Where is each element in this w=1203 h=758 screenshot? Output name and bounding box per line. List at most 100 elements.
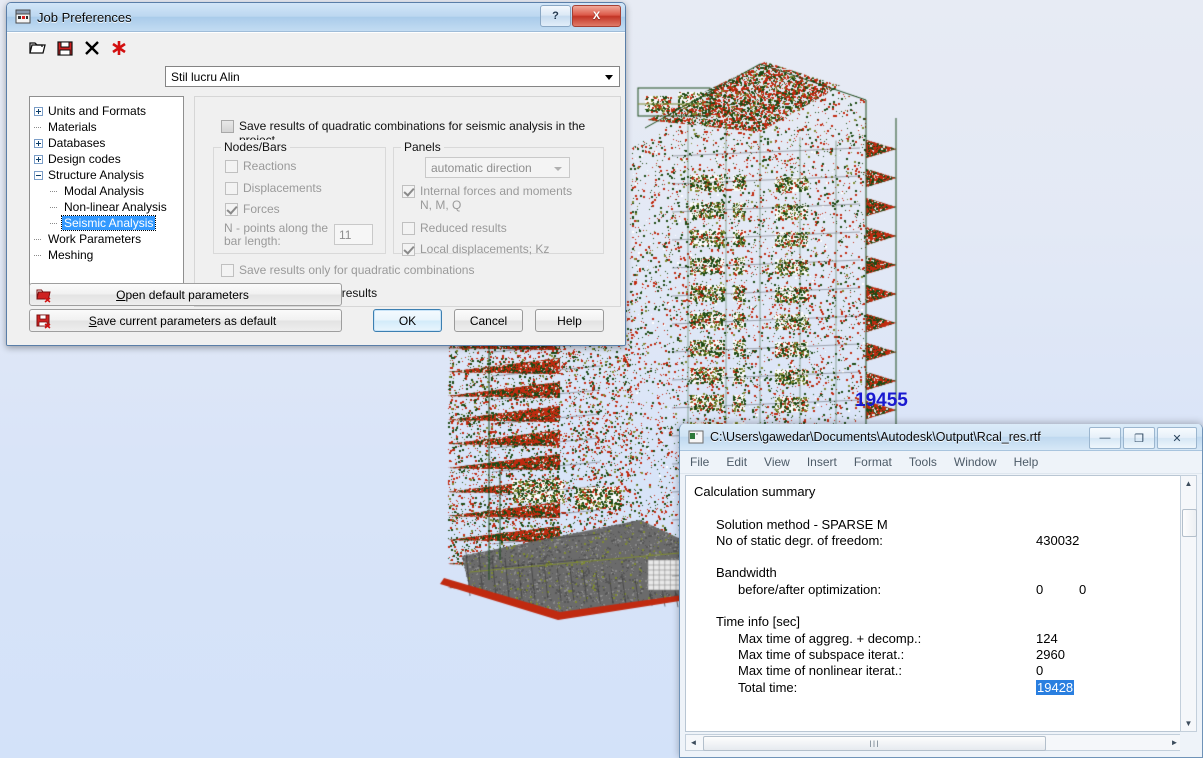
tree-item-label: Design codes: [48, 152, 121, 166]
reactions-checkbox[interactable]: Reactions: [225, 159, 296, 173]
menu-file[interactable]: File: [690, 455, 709, 469]
menu-help[interactable]: Help: [1014, 455, 1039, 469]
menu-insert[interactable]: Insert: [807, 455, 837, 469]
checkbox-label: Internal forces and moments: [420, 184, 573, 198]
local-displacements-checkbox[interactable]: Local displacements; Kz: [402, 242, 549, 256]
job-preferences-titlebar[interactable]: Job Preferences ? X: [7, 3, 625, 32]
open-folder-icon[interactable]: [29, 39, 47, 57]
checkbox-label: Local displacements; Kz: [420, 242, 550, 256]
rtf-line-text: Total time:: [738, 679, 798, 695]
rtf-document-text: Calculation summary Solution method - SP…: [694, 484, 1086, 696]
vertical-scroll-thumb[interactable]: [1182, 509, 1197, 537]
tree-connector-icon: [34, 251, 43, 260]
tree-item-meshing[interactable]: Meshing: [34, 247, 179, 263]
menu-edit[interactable]: Edit: [726, 455, 747, 469]
style-combo[interactable]: Stil lucru Alin: [165, 66, 620, 87]
nodes-bars-legend: Nodes/Bars: [221, 140, 290, 154]
tree-connector-icon: [34, 123, 43, 132]
job-preferences-body: Stil lucru Alin Units and Formats Materi…: [7, 32, 625, 345]
panel-direction-dropdown[interactable]: automatic direction: [425, 157, 570, 178]
save-default-parameters-button[interactable]: Save current parameters as default: [29, 309, 342, 332]
minimize-button[interactable]: —: [1089, 427, 1121, 449]
save-only-quadratic-checkbox[interactable]: Save results only for quadratic combinat…: [221, 263, 474, 277]
expander-minus-icon[interactable]: [34, 170, 43, 180]
save-floppy-icon[interactable]: [56, 39, 74, 57]
expander-plus-icon[interactable]: [34, 154, 43, 164]
tree-item-non-linear-analysis[interactable]: Non-linear Analysis: [34, 199, 179, 215]
preferences-tree[interactable]: Units and Formats Materials Databases De…: [29, 96, 184, 304]
tree-connector-icon: [50, 219, 59, 228]
red-asterisk-icon[interactable]: [110, 39, 128, 57]
rtf-line-value: 430032: [1036, 532, 1080, 548]
job-preferences-dialog[interactable]: Job Preferences ? X Stil lucru Alin Unit…: [6, 2, 626, 346]
rtf-line-text: Time info [sec]: [716, 614, 801, 630]
open-default-parameters-button[interactable]: Open default parameters: [29, 283, 342, 306]
scroll-up-arrow-icon[interactable]: ▲: [1181, 476, 1196, 491]
chevron-down-icon[interactable]: [605, 75, 613, 80]
checkbox-label: Reduced results: [420, 221, 507, 235]
displacements-checkbox[interactable]: Displacements: [225, 181, 322, 195]
tree-item-materials[interactable]: Materials: [34, 119, 179, 135]
internal-forces-moments-checkbox[interactable]: Internal forces and moments N, M, Q: [402, 184, 572, 212]
forces-checkbox[interactable]: Forces: [225, 202, 280, 216]
tree-item-modal-analysis[interactable]: Modal Analysis: [34, 183, 179, 199]
horizontal-scrollbar[interactable]: ◄ III ►: [685, 734, 1183, 751]
checkbox-box[interactable]: [402, 243, 415, 256]
chevron-down-icon[interactable]: [554, 167, 562, 171]
open-folder-red-icon: [36, 289, 51, 303]
checkbox-box[interactable]: [225, 182, 238, 195]
rtf-line-text: [694, 598, 698, 613]
checkbox-box[interactable]: [225, 160, 238, 173]
tree-item-databases[interactable]: Databases: [34, 135, 179, 151]
tree-item-label: Databases: [48, 136, 106, 150]
rtf-titlebar[interactable]: C:\Users\gawedar\Documents\Autodesk\Outp…: [680, 424, 1202, 451]
rtf-document-area[interactable]: Calculation summary Solution method - SP…: [685, 475, 1184, 732]
rtf-line: [694, 549, 921, 565]
delete-x-icon[interactable]: [83, 39, 101, 57]
job-preferences-title: Job Preferences: [37, 9, 132, 25]
save-default-parameters-label: Save current parameters as default: [88, 313, 277, 328]
save-floppy-red-icon: [36, 314, 51, 329]
rtf-line-text: Solution method - SPARSE M: [716, 516, 888, 532]
scroll-left-arrow-icon[interactable]: ◄: [686, 735, 701, 750]
rtf-output-window[interactable]: C:\Users\gawedar\Documents\Autodesk\Outp…: [679, 424, 1203, 758]
menu-window[interactable]: Window: [954, 455, 997, 469]
expander-plus-icon[interactable]: [34, 106, 43, 116]
tree-item-structure-analysis[interactable]: Structure Analysis: [34, 167, 179, 183]
rtf-spacer: [694, 500, 921, 516]
n-points-label: N - points along the bar length:: [224, 221, 329, 248]
checkbox-box[interactable]: [402, 222, 415, 235]
menu-view[interactable]: View: [764, 455, 790, 469]
tree-item-label: Meshing: [48, 248, 94, 262]
tree-item-label: Non-linear Analysis: [64, 200, 167, 214]
reduced-results-checkbox[interactable]: Reduced results: [402, 221, 507, 235]
ok-button[interactable]: OK: [373, 309, 442, 332]
help-button[interactable]: Help: [535, 309, 604, 332]
restore-button[interactable]: ❐: [1123, 427, 1155, 449]
horizontal-scroll-thumb[interactable]: III: [703, 736, 1046, 751]
close-button[interactable]: X: [572, 5, 621, 27]
checkbox-sublabel: N, M, Q: [420, 198, 462, 212]
checkbox-box[interactable]: [221, 264, 234, 277]
scrollbar-corner: [1180, 734, 1197, 751]
tree-item-design-codes[interactable]: Design codes: [34, 151, 179, 167]
vertical-scrollbar[interactable]: ▲ ▼: [1180, 475, 1197, 732]
panel-direction-value: automatic direction: [431, 160, 532, 175]
cancel-button[interactable]: Cancel: [454, 309, 523, 332]
close-button[interactable]: ✕: [1157, 427, 1197, 449]
tree-item-units-and-formats[interactable]: Units and Formats: [34, 103, 179, 119]
menu-tools[interactable]: Tools: [909, 455, 937, 469]
n-points-input[interactable]: 11: [334, 224, 373, 245]
checkbox-box[interactable]: [225, 203, 238, 216]
expander-plus-icon[interactable]: [34, 138, 43, 148]
model-node-label: 19455: [855, 390, 908, 411]
checkbox-box[interactable]: [402, 185, 415, 198]
rtf-menubar: File Edit View Insert Format Tools Windo…: [680, 451, 1202, 474]
help-titlebar-button[interactable]: ?: [540, 5, 571, 27]
tree-item-work-parameters[interactable]: Work Parameters: [34, 231, 179, 247]
menu-format[interactable]: Format: [854, 455, 892, 469]
panels-legend: Panels: [401, 140, 444, 154]
checkbox-box[interactable]: [221, 120, 234, 133]
scroll-down-arrow-icon[interactable]: ▼: [1181, 716, 1196, 731]
tree-item-seismic-analysis[interactable]: Seismic Analysis: [34, 215, 179, 231]
